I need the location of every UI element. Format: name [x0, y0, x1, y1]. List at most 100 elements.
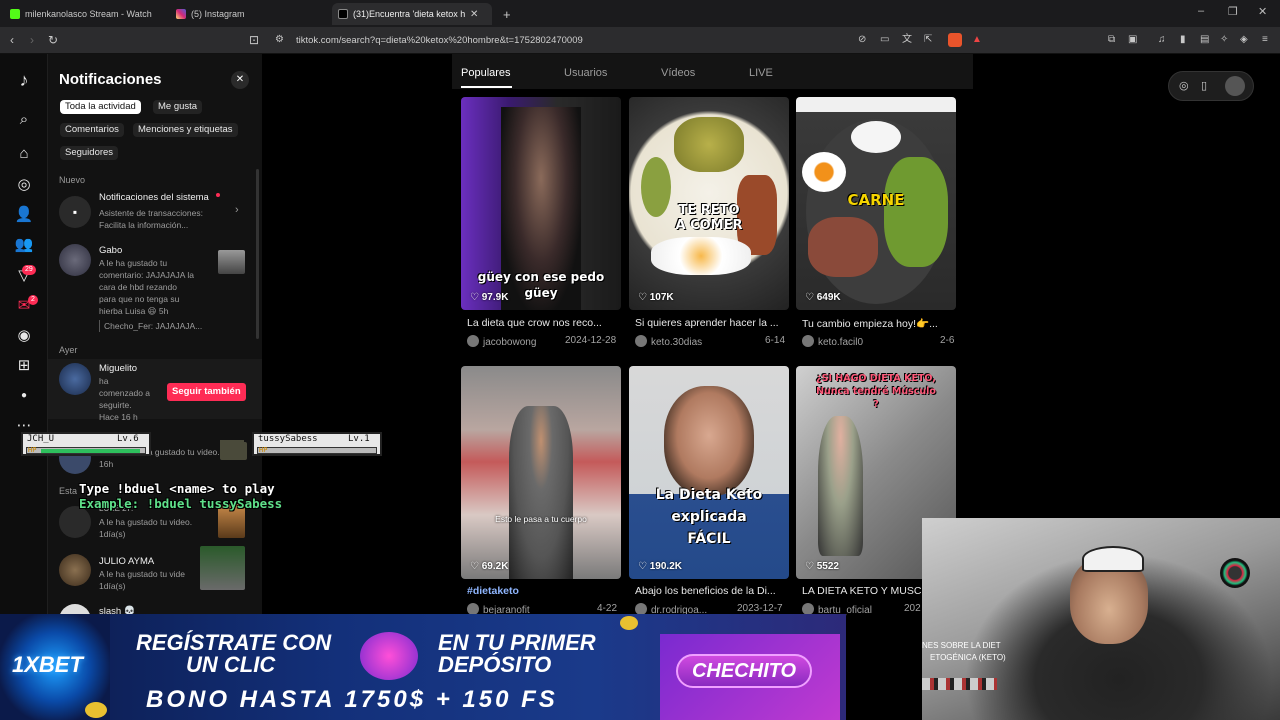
section-new: Nuevo [59, 175, 86, 185]
brave-shield-icon[interactable] [948, 33, 962, 47]
url-field[interactable]: tiktok.com/search?q=dieta%20ketox%20homb… [296, 35, 583, 46]
notification-text: para que no tenga su [99, 294, 180, 304]
follow-back-button[interactable]: Seguir también [167, 383, 246, 401]
back-icon[interactable]: ‹ [10, 33, 14, 47]
site-info-icon[interactable]: ⚙ [275, 33, 284, 47]
video-caption[interactable]: La dieta que crow nos reco... [467, 317, 617, 329]
notification-row-miguelito[interactable]: Miguelito ha comenzado a seguirte. Hace … [48, 359, 262, 422]
screenshot-icon[interactable]: ▣ [1128, 33, 1137, 47]
new-tab-button[interactable]: + [497, 3, 517, 25]
video-thumbnail[interactable]: Esto le pasa a tu cuerpo ♡ 69.2K [461, 366, 621, 579]
video-card[interactable]: Esto le pasa a tu cuerpo ♡ 69.2K #dietak… [461, 366, 621, 620]
vpn-icon[interactable]: ◈ [1240, 33, 1248, 47]
video-caption[interactable]: Abajo los beneficios de la Di... [635, 585, 785, 597]
video-card[interactable]: La Dieta Keto explicada FÁCIL ♡ 190.2K A… [629, 366, 789, 620]
tab-populares[interactable]: Populares [461, 67, 511, 79]
explore-icon[interactable]: ◎ [14, 175, 34, 195]
close-tab-icon[interactable]: ✕ [470, 9, 478, 20]
music-icon[interactable]: ♫ [1158, 33, 1166, 47]
sidebar-icon[interactable]: ▮ [1180, 33, 1186, 47]
view-count-value: 69.2K [481, 561, 509, 572]
tab-live[interactable]: LIVE [749, 67, 773, 79]
reload-icon[interactable]: ↻ [48, 33, 58, 47]
upload-icon[interactable]: ⊞ [14, 356, 34, 376]
section-week: Esta [59, 486, 78, 496]
profile-icon[interactable]: ● [14, 386, 34, 406]
mute-site-icon[interactable]: ⊘ [858, 33, 866, 47]
potatoes [674, 117, 744, 172]
headline-1a: REGÍSTRATE CON [136, 630, 332, 655]
share-icon[interactable]: ⇱ [924, 33, 932, 47]
leo-icon[interactable]: ✧ [1220, 33, 1228, 47]
video-thumbnail[interactable] [218, 250, 245, 274]
user-avatar[interactable] [1225, 76, 1245, 96]
video-thumbnail[interactable]: CARNE ♡ 649K [796, 97, 956, 310]
reply-preview: Checho_Fer: JAJAJAJA... [99, 320, 202, 332]
notification-text: A le ha gustado tu [99, 258, 168, 268]
tab-kick[interactable]: milenkanolasco Stream - Watch [4, 3, 166, 25]
notification-row[interactable]: JULIO AYMA A le ha gustado tu vide 1día(… [48, 546, 262, 592]
video-card[interactable]: güey con ese pedo güey ♡ 97.9K La dieta … [461, 97, 621, 352]
device-icon[interactable]: ▯ [1201, 79, 1207, 92]
friends-icon[interactable]: 👥 [14, 235, 34, 255]
video-card[interactable]: TE RETO A COMER ♡ 107K Si quieres aprend… [629, 97, 789, 352]
filter-likes[interactable]: Me gusta [153, 100, 203, 114]
following-icon[interactable]: 👤 [14, 205, 34, 225]
tab-instagram[interactable]: (5) Instagram [170, 3, 332, 25]
video-date: 2-6 [940, 335, 955, 346]
video-meta: keto.facil0 2-6 [802, 335, 954, 348]
author-name[interactable]: jacobowong [483, 337, 536, 348]
video-thumbnail[interactable]: La Dieta Keto explicada FÁCIL ♡ 190.2K [629, 366, 789, 579]
system-notification-row[interactable]: ▪ Notificaciones del sistema Asistente d… [48, 190, 262, 234]
bookmark-icon[interactable]: ⊡ [249, 33, 259, 47]
hp-label: HP [259, 446, 268, 454]
coin-icon [85, 702, 107, 718]
notification-time: Hace 16 h [99, 412, 138, 422]
tiktok-logo-icon[interactable]: ♪ [14, 70, 34, 90]
filter-all[interactable]: Toda la actividad [60, 100, 141, 114]
rewards-icon[interactable]: ▲ [972, 33, 982, 47]
home-icon[interactable]: ⌂ [14, 144, 34, 164]
video-thumbnail[interactable] [200, 546, 245, 590]
notification-text: cara de hbd rezando [99, 282, 177, 292]
filter-mentions[interactable]: Menciones y etiquetas [133, 123, 238, 137]
notification-row-gabo[interactable]: Gabo A le ha gustado tu comentario: JAJA… [48, 244, 262, 334]
wallet-icon[interactable]: ▤ [1200, 33, 1209, 47]
lock-icon: ▪ [72, 205, 78, 219]
filter-comments[interactable]: Comentarios [60, 123, 124, 137]
forward-icon[interactable]: › [30, 33, 34, 47]
video-caption[interactable]: Tu cambio empieza hoy!👉... [802, 317, 952, 330]
compass-icon[interactable]: ◎ [1179, 79, 1189, 92]
thumbnail-overlay-text: ¿SI HAGO DIETA KETO, Nunca tendré Múscul… [816, 373, 936, 410]
search-icon[interactable]: ⌕ [14, 110, 34, 130]
video-date: 202 [904, 603, 921, 614]
coin-icon [620, 616, 638, 630]
extensions-icon[interactable]: ⧉ [1108, 33, 1115, 47]
tab-tiktok[interactable]: (31)Encuentra 'dieta ketox hombr ✕ [332, 3, 492, 25]
close-window-button[interactable]: ✕ [1258, 5, 1267, 18]
author-name[interactable]: keto.30dias [651, 337, 702, 348]
bonus-text: BONO HASTA 1750$ + 150 FS [146, 686, 558, 713]
translate-icon[interactable]: 文 [902, 33, 912, 47]
cast-icon[interactable]: ▭ [880, 33, 889, 47]
restore-button[interactable]: ❐ [1228, 5, 1238, 18]
inbox-badge: 29 [22, 265, 36, 275]
filter-followers[interactable]: Seguidores [60, 146, 119, 160]
close-icon[interactable]: ✕ [231, 71, 249, 89]
scrollbar[interactable] [256, 169, 259, 339]
video-caption[interactable]: Si quieres aprender hacer la ... [635, 317, 785, 329]
avatar [59, 554, 91, 586]
minimize-button[interactable]: – [1198, 5, 1204, 17]
tab-usuarios[interactable]: Usuarios [564, 67, 607, 79]
author-name[interactable]: keto.facil0 [818, 337, 863, 348]
promo-code: CHECHITO [676, 654, 812, 688]
tab-videos[interactable]: Vídeos [661, 67, 695, 79]
video-thumbnail[interactable]: TE RETO A COMER ♡ 107K [629, 97, 789, 310]
messages-badge: 2 [28, 295, 38, 305]
menu-icon[interactable]: ≡ [1262, 33, 1268, 47]
notification-text: comentario: JAJAJAJA la [99, 270, 194, 280]
live-icon[interactable]: ◉ [14, 326, 34, 346]
video-caption[interactable]: #dietaketo [467, 585, 617, 597]
video-card[interactable]: CARNE ♡ 649K Tu cambio empieza hoy!👉... … [796, 97, 956, 352]
video-thumbnail[interactable]: güey con ese pedo güey ♡ 97.9K [461, 97, 621, 310]
